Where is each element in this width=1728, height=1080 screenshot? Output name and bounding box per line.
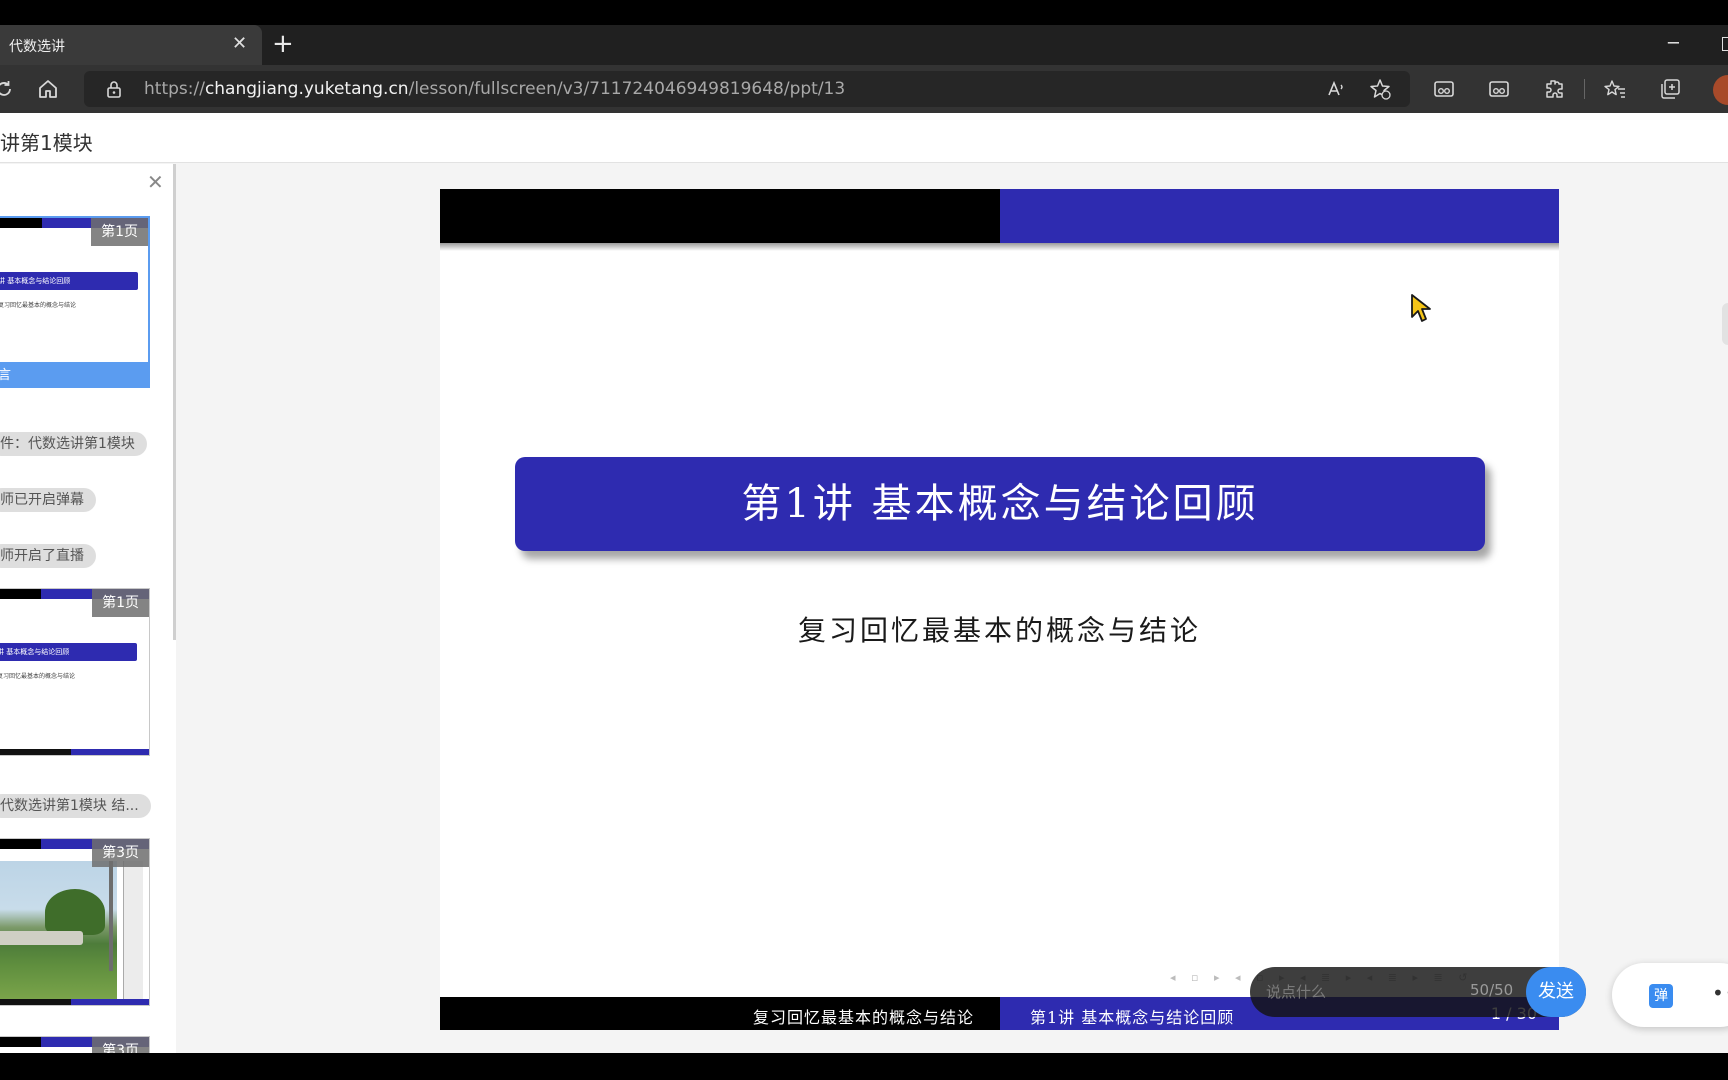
thumb-side-panel (123, 861, 143, 999)
home-icon[interactable] (36, 77, 60, 101)
sidebar-event-chip: 师开启了直播 (0, 544, 96, 568)
sidebar-scrollbar[interactable] (173, 164, 176, 640)
browser-tabstrip: 代数选讲 ✕ + ─ (0, 25, 1728, 65)
minimize-button[interactable]: ─ (1668, 33, 1679, 54)
sidebar-event-chip[interactable]: 代数选讲第1模块 结... (0, 794, 151, 818)
slide-thumbnail[interactable]: 第1页 讲 基本概念与结论回顾 复习回忆最基本的概念与结论 言 (0, 216, 150, 388)
thumb-footer (0, 749, 149, 755)
slide-header-blue (1000, 189, 1559, 243)
slide-footer-left-text: 复习回忆最基本的概念与结论 (752, 1008, 974, 1027)
browser-tab[interactable]: 代数选讲 ✕ (0, 25, 262, 65)
slide-thumbnail[interactable]: 第3页 (0, 1036, 150, 1053)
new-tab-button[interactable]: + (272, 30, 294, 58)
slide-title: 第1讲 基本概念与结论回顾 (741, 481, 1259, 527)
danmaku-char-count: 50/50 (1470, 981, 1514, 999)
extension-icon[interactable] (1542, 77, 1566, 101)
refresh-icon[interactable] (0, 77, 16, 101)
read-aloud-icon[interactable] (1324, 77, 1348, 101)
sidebar-close-icon[interactable]: ✕ (147, 172, 164, 192)
url-text: https://changjiang.yuketang.cn/lesson/fu… (144, 79, 846, 99)
profile-avatar[interactable] (1713, 75, 1728, 105)
thumb-photo (0, 861, 117, 999)
slide-footer-right-text: 第1讲 基本概念与结论回顾 (1030, 1008, 1235, 1027)
screen: 代数选讲 ✕ + ─ https://changjiang.yuketang.c… (0, 0, 1728, 1080)
danmaku-toggle-icon[interactable]: 弹 (1649, 984, 1673, 1008)
tab-close-icon[interactable]: ✕ (232, 34, 247, 54)
slide-header-black (440, 189, 1000, 243)
sidebar-event-chip: 师已开启弹幕 (0, 488, 96, 512)
slide-thumbnail[interactable]: 第1页 讲 基本概念与结论回顾 复习回忆最基本的概念与结论 (0, 588, 150, 756)
tab-title: 代数选讲 (9, 39, 65, 55)
thumb-current-bar: 言 (0, 362, 148, 386)
thumb-page-label: 第1页 (92, 589, 149, 617)
slide-title-box: 第1讲 基本概念与结论回顾 (515, 457, 1485, 551)
browser-toolbar: https://changjiang.yuketang.cn/lesson/fu… (0, 65, 1728, 113)
floating-panel: 弹 ••• (1612, 963, 1728, 1027)
collections-icon[interactable] (1658, 77, 1682, 101)
thumb-page-label: 第1页 (91, 218, 148, 246)
cursor-icon (1411, 294, 1431, 322)
danmaku-input[interactable] (1266, 981, 1476, 1003)
slide-sidebar: ✕ 第1页 讲 基本概念与结论回顾 复习回忆最基本的概念与结论 言 件：代数选讲… (0, 164, 176, 1053)
slide-thumbnail[interactable]: 第3页 (0, 838, 150, 1006)
toolbar-separator (1584, 79, 1585, 99)
thumb-subtitle: 复习回忆最基本的概念与结论 (0, 302, 77, 309)
thumb-title: 讲 基本概念与结论回顾 (0, 643, 137, 661)
reader-mode-icon[interactable] (1487, 77, 1511, 101)
thumb-title: 讲 基本概念与结论回顾 (0, 272, 138, 290)
sidebar-event-chip[interactable]: 件：代数选讲第1模块 (0, 432, 147, 456)
thumb-subtitle: 复习回忆最基本的概念与结论 (0, 673, 76, 680)
page-title: 讲第1模块 (0, 131, 93, 155)
presentation-slide: 第1讲 基本概念与结论回顾 复习回忆最基本的概念与结论 ◂ ▫ ▸ ◂ ▫ ▸ … (440, 189, 1559, 1030)
page-header: 讲第1模块 (0, 113, 1728, 163)
right-edge-handle[interactable] (1722, 303, 1728, 345)
thumb-page-label: 第3页 (92, 1037, 149, 1053)
slide-footer-left: 复习回忆最基本的概念与结论 (440, 997, 1000, 1030)
thumb-page-label: 第3页 (92, 839, 149, 867)
immersive-reader-icon[interactable] (1432, 77, 1456, 101)
send-button[interactable]: 发送 (1526, 967, 1586, 1017)
slide-subtitle: 复习回忆最基本的概念与结论 (797, 614, 1201, 647)
more-options-icon[interactable]: ••• (1712, 981, 1728, 1005)
address-bar[interactable]: https://changjiang.yuketang.cn/lesson/fu… (84, 71, 1410, 107)
favorites-icon[interactable] (1603, 77, 1627, 101)
thumb-footer (0, 999, 149, 1005)
slide-header-shadow (440, 243, 1559, 251)
lesson-page: 讲第1模块 ✕ 第1页 讲 基本概念与结论回顾 复习回忆最基本的概念与结论 言 … (0, 113, 1728, 1053)
add-favorite-icon[interactable] (1368, 77, 1392, 101)
lock-icon[interactable] (104, 79, 124, 99)
maximize-button[interactable] (1722, 37, 1728, 51)
